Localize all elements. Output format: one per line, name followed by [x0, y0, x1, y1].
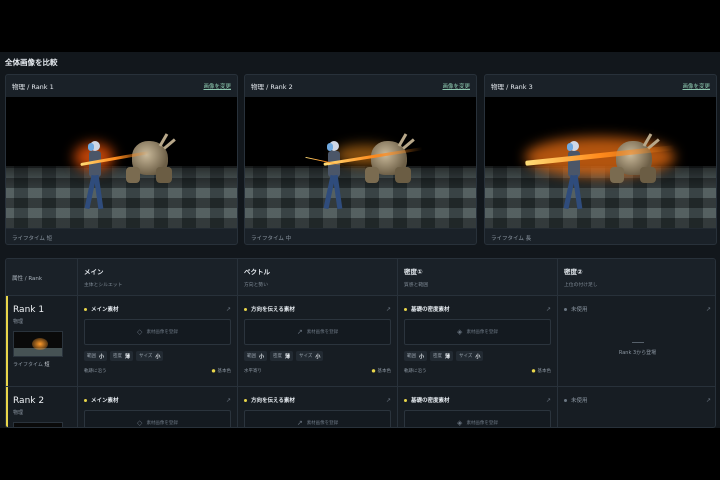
param-range[interactable]: 範囲小: [404, 351, 428, 361]
table-row-rank-2: Rank 2 物理 メイン素材 ↗ ◇ 素材画像を登録 方向を伝える素材 ↗ ↗ 素…: [6, 387, 715, 427]
change-image-link[interactable]: 画像を変更: [442, 82, 470, 90]
param-size[interactable]: サイズ小: [296, 351, 324, 361]
effect-preview-image: [6, 97, 237, 228]
rank-name: Rank 1: [13, 305, 45, 315]
rank-cell: Rank 2 物理: [6, 387, 77, 427]
table-row-rank-1: Rank 1 物理 ライフタイム 短 メイン素材 ↗ ◇ 素材画像を登録 範囲小 …: [6, 296, 715, 387]
layers-icon: ◈: [457, 328, 463, 336]
diamond-icon: ◇: [137, 328, 143, 336]
cell-density-2: 未使用 ↗: [557, 387, 715, 427]
cell-label: メイン素材: [84, 305, 119, 313]
cell-note: 水平寄り: [244, 369, 262, 374]
expand-icon[interactable]: ↗: [226, 397, 231, 404]
cell-label: メイン素材: [84, 396, 119, 404]
unused-placeholder: Rank 3から登場: [558, 342, 715, 356]
param-density[interactable]: 密度薄: [110, 351, 134, 361]
expand-icon[interactable]: ↗: [546, 306, 551, 313]
rank-category: 物理: [13, 319, 24, 325]
change-image-link[interactable]: 画像を変更: [203, 82, 231, 90]
cell-vector: 方向を伝える素材 ↗ ↗ 素材画像を登録 範囲小 密度薄 サイズ小 水平寄り ● 基…: [237, 296, 397, 386]
cell-label: 基礎の密度素材: [404, 396, 450, 404]
param-size[interactable]: サイズ小: [136, 351, 164, 361]
material-dropzone[interactable]: ↗ 素材画像を登録: [244, 410, 391, 427]
app-window: 全体画像を比較 物理 / Rank 1 画像を変更 ライフタイム 短 物理 / …: [0, 52, 720, 428]
status-badge: ● 基本色: [371, 369, 391, 374]
card-title: 物理 / Rank 3: [491, 83, 533, 91]
letterbox-bottom: [0, 428, 720, 480]
cell-density-1: 基礎の密度素材 ↗ ◈ 素材画像を登録 範囲小 密度薄 サイズ小 軌跡に沿う ● 基…: [397, 296, 557, 386]
compare-card-rank-1: 物理 / Rank 1 画像を変更 ライフタイム 短: [5, 74, 238, 245]
rank-lifetime: ライフタイム 短: [13, 362, 50, 368]
lifetime-label: ライフタイム 短: [6, 228, 237, 244]
effect-preview-image: [245, 97, 476, 228]
param-density[interactable]: 密度薄: [270, 351, 294, 361]
section-title: 全体画像を比較: [5, 58, 58, 67]
cell-density-2: 未使用 ↗ Rank 3から登場: [557, 296, 715, 386]
param-chips: 範囲小 密度薄 サイズ小: [244, 351, 391, 361]
letterbox-top: [0, 0, 720, 52]
param-density[interactable]: 密度薄: [430, 351, 454, 361]
cell-vector: 方向を伝える素材 ↗ ↗ 素材画像を登録: [237, 387, 397, 427]
cell-note: 軌跡に沿う: [404, 369, 427, 374]
cell-label: 方向を伝える素材: [244, 305, 295, 313]
column-header-density-2: 密度② 上位の付け足し: [557, 259, 715, 296]
rank-name: Rank 2: [13, 396, 45, 406]
expand-icon[interactable]: ↗: [706, 397, 711, 404]
attr-rank-header: 属性 / Rank: [12, 276, 43, 282]
diamond-icon: ◇: [137, 419, 143, 427]
param-chips: 範囲小 密度薄 サイズ小: [84, 351, 231, 361]
expand-icon[interactable]: ↗: [386, 306, 391, 313]
expand-icon[interactable]: ↗: [706, 306, 711, 313]
cell-note: 軌跡に沿う: [84, 369, 107, 374]
arrow-icon: ↗: [296, 419, 303, 427]
param-chips: 範囲小 密度薄 サイズ小: [404, 351, 551, 361]
cell-label: 方向を伝える素材: [244, 396, 295, 404]
column-header-vector: ベクトル 方向と勢い: [237, 259, 397, 296]
status-badge: ● 基本色: [211, 369, 231, 374]
rank-thumbnail[interactable]: [13, 331, 63, 357]
param-range[interactable]: 範囲小: [84, 351, 108, 361]
cell-label: 基礎の密度素材: [404, 305, 450, 313]
effect-preview-image: [485, 97, 716, 228]
lifetime-label: ライフタイム 中: [245, 228, 476, 244]
card-title: 物理 / Rank 2: [251, 83, 293, 91]
lifetime-label: ライフタイム 長: [485, 228, 716, 244]
cell-main: メイン素材 ↗ ◇ 素材画像を登録 範囲小 密度薄 サイズ小 軌跡に沿う ● 基本色: [77, 296, 237, 386]
attribute-table: 属性 / Rank メイン 主体とシルエット ベクトル 方向と勢い 密度① 質感…: [5, 258, 716, 428]
column-header-density-1: 密度① 質感と範囲: [397, 259, 557, 296]
cell-label: 未使用: [564, 305, 588, 313]
expand-icon[interactable]: ↗: [546, 397, 551, 404]
table-header: 属性 / Rank メイン 主体とシルエット ベクトル 方向と勢い 密度① 質感…: [6, 259, 715, 296]
param-size[interactable]: サイズ小: [456, 351, 484, 361]
status-badge: ● 基本色: [531, 369, 551, 374]
expand-icon[interactable]: ↗: [226, 306, 231, 313]
param-range[interactable]: 範囲小: [244, 351, 268, 361]
rank-cell: Rank 1 物理 ライフタイム 短: [6, 296, 77, 386]
expand-icon[interactable]: ↗: [386, 397, 391, 404]
cell-label: 未使用: [564, 396, 588, 404]
layers-icon: ◈: [457, 419, 463, 427]
arrow-icon: ↗: [296, 328, 303, 336]
cell-density-1: 基礎の密度素材 ↗ ◈ 素材画像を登録: [397, 387, 557, 427]
material-dropzone[interactable]: ◈ 素材画像を登録: [404, 319, 551, 345]
change-image-link[interactable]: 画像を変更: [682, 82, 710, 90]
material-dropzone[interactable]: ◈ 素材画像を登録: [404, 410, 551, 427]
cell-main: メイン素材 ↗ ◇ 素材画像を登録: [77, 387, 237, 427]
compare-card-rank-2: 物理 / Rank 2 画像を変更 ライフタイム 中: [244, 74, 477, 245]
column-header-main: メイン 主体とシルエット: [77, 259, 237, 296]
material-dropzone[interactable]: ◇ 素材画像を登録: [84, 410, 231, 427]
material-dropzone[interactable]: ↗ 素材画像を登録: [244, 319, 391, 345]
rank-category: 物理: [13, 410, 24, 416]
card-title: 物理 / Rank 1: [12, 83, 54, 91]
material-dropzone[interactable]: ◇ 素材画像を登録: [84, 319, 231, 345]
compare-card-rank-3: 物理 / Rank 3 画像を変更 ライフタイム 長: [484, 74, 717, 245]
